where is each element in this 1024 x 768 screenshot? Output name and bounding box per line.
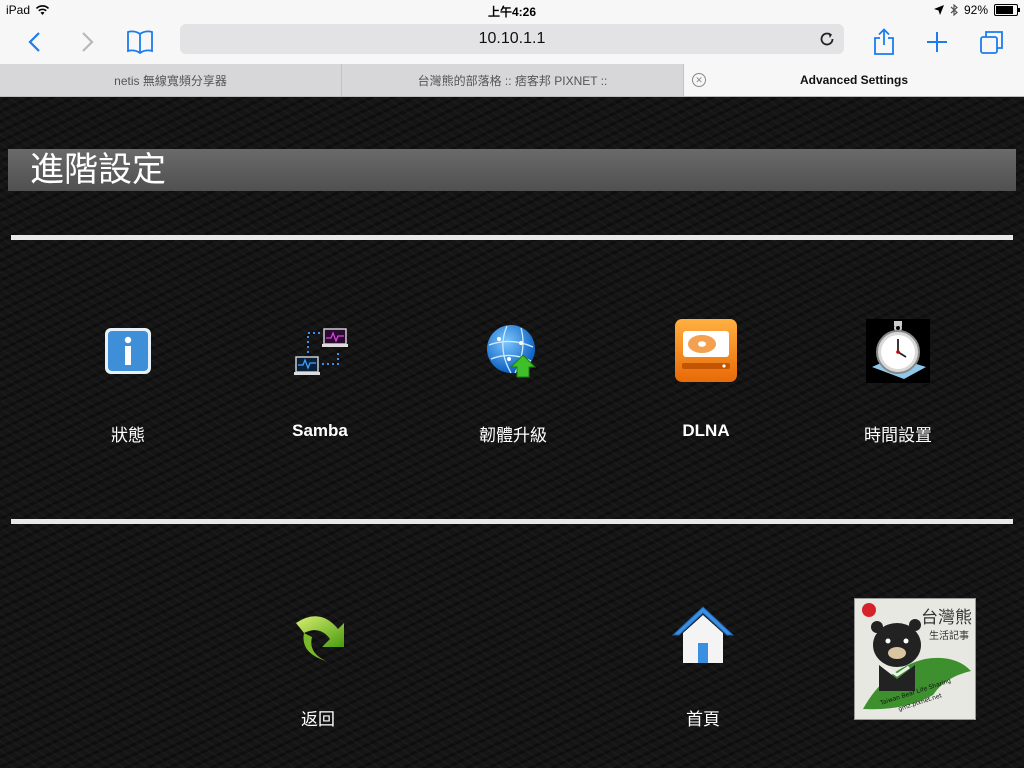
chevron-right-icon xyxy=(82,32,94,52)
network-computers-icon xyxy=(288,319,352,383)
battery-percent: 92% xyxy=(963,3,988,17)
address-bar[interactable]: 10.10.1.1 xyxy=(180,24,844,54)
home-icon xyxy=(671,603,735,667)
tab-netis[interactable]: netis 無線寬頻分享器 xyxy=(0,64,342,96)
back-link[interactable]: 返回 xyxy=(243,603,393,730)
clock: 上午4:26 xyxy=(487,5,537,19)
url-text: 10.10.1.1 xyxy=(478,30,546,47)
share-icon xyxy=(874,28,894,55)
home-link[interactable]: 首頁 xyxy=(628,603,778,730)
globe-upgrade-icon xyxy=(481,319,545,383)
menu-samba[interactable]: Samba xyxy=(245,319,395,441)
chevron-left-icon xyxy=(28,32,40,52)
tabs-overview-button[interactable] xyxy=(976,26,1008,58)
reload-button[interactable] xyxy=(818,30,836,48)
bookmarks-button[interactable] xyxy=(124,26,156,58)
menu-label: Samba xyxy=(292,421,348,440)
menu-dlna[interactable]: DLNA xyxy=(631,319,781,441)
share-button[interactable] xyxy=(868,26,900,58)
stopwatch-icon xyxy=(866,319,930,383)
nav-label: 首頁 xyxy=(686,710,720,729)
menu-label: 韌體升級 xyxy=(479,426,547,445)
tab-label: 台灣熊的部落格 :: 痞客邦 PIXNET :: xyxy=(417,73,608,88)
tab-pixnet-blog[interactable]: 台灣熊的部落格 :: 痞客邦 PIXNET :: xyxy=(342,64,684,96)
book-icon xyxy=(127,30,153,54)
bluetooth-icon xyxy=(950,4,958,16)
menu-status[interactable]: 狀態 xyxy=(53,319,203,446)
tab-advanced-settings[interactable]: ✕ Advanced Settings xyxy=(684,64,1024,96)
status-bar: iPad 上午4:26 92% xyxy=(0,0,1024,20)
menu-firmware-upgrade[interactable]: 韌體升級 xyxy=(438,319,588,446)
forward-button[interactable] xyxy=(72,26,104,58)
new-tab-button[interactable] xyxy=(921,26,953,58)
page-title: 進階設定 xyxy=(8,149,1016,191)
page-content: 進階設定 狀態 Samba 韌體升級 DLNA 時間設置 返回 首頁 台灣熊 生… xyxy=(0,97,1024,768)
tab-label: Advanced Settings xyxy=(799,73,909,87)
menu-label: DLNA xyxy=(682,421,730,440)
menu-time-settings[interactable]: 時間設置 xyxy=(823,319,973,446)
watermark-brand: 台灣熊 xyxy=(921,608,972,628)
divider xyxy=(11,519,1013,524)
browser-toolbar: 10.10.1.1 xyxy=(0,20,1024,64)
close-tab-icon[interactable]: ✕ xyxy=(692,73,706,87)
divider xyxy=(11,235,1013,240)
plus-icon xyxy=(927,32,947,52)
back-button[interactable] xyxy=(18,26,50,58)
tab-bar: netis 無線寬頻分享器 台灣熊的部落格 :: 痞客邦 PIXNET :: ✕… xyxy=(0,64,1024,97)
back-arrow-icon xyxy=(286,603,350,667)
nav-label: 返回 xyxy=(301,710,335,729)
tabs-icon xyxy=(980,31,1003,54)
menu-label: 時間設置 xyxy=(864,426,932,445)
info-icon xyxy=(96,319,160,383)
taiwan-bear-watermark: 台灣熊 生活記事 Taiwan Bear Life Sharing gmz.pi… xyxy=(854,598,976,720)
battery-icon xyxy=(994,4,1020,16)
reload-icon xyxy=(820,32,834,46)
tab-label: netis 無線寬頻分享器 xyxy=(114,73,227,88)
menu-label: 狀態 xyxy=(111,426,145,445)
watermark-subtitle: 生活記事 xyxy=(929,629,969,642)
hard-drive-icon xyxy=(674,319,738,383)
location-icon xyxy=(933,5,944,15)
